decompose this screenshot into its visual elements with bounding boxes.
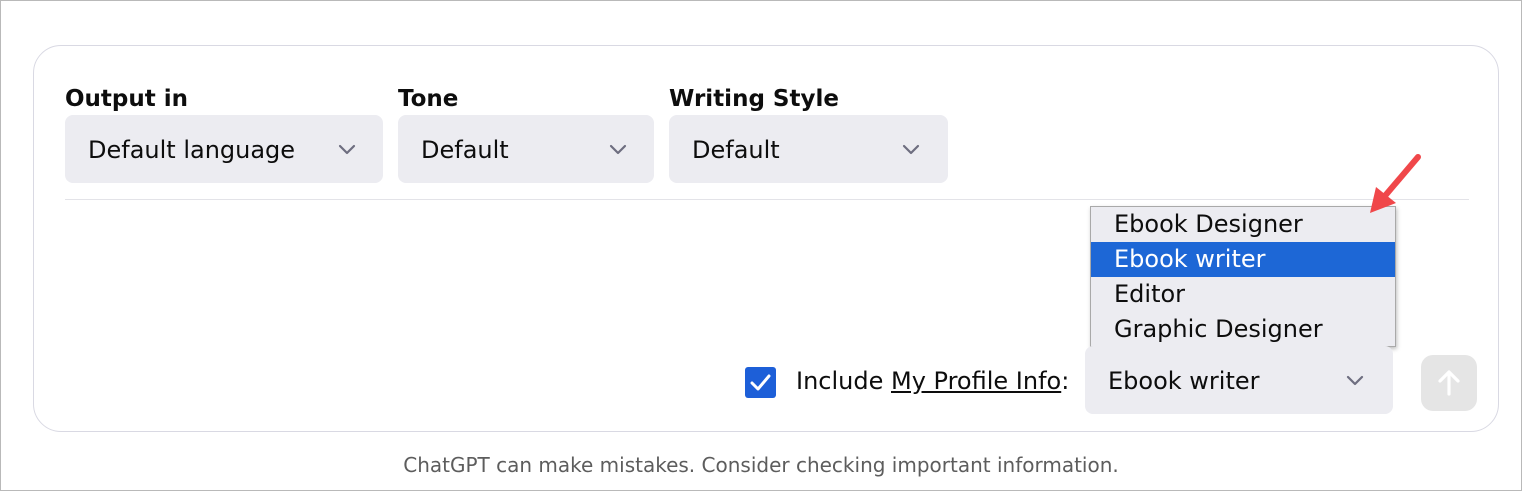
dropdown-option-editor[interactable]: Editor <box>1091 277 1395 312</box>
my-profile-info-link[interactable]: My Profile Info <box>891 367 1061 395</box>
profile-role-select[interactable]: Ebook writer <box>1085 346 1393 414</box>
arrow-up-icon <box>1438 370 1460 396</box>
send-button[interactable] <box>1421 355 1477 411</box>
profile-dropdown-list: Ebook Designer Ebook writer Editor Graph… <box>1090 206 1396 347</box>
include-profile-label: Include My Profile Info: <box>796 367 1069 395</box>
chevron-down-icon <box>338 144 356 155</box>
tone-select[interactable]: Default <box>398 115 654 183</box>
writing-style-label: Writing Style <box>669 86 839 112</box>
dropdown-option-ebook-writer[interactable]: Ebook writer <box>1091 242 1395 277</box>
chevron-down-icon <box>609 144 627 155</box>
section-divider <box>65 199 1469 200</box>
output-in-label: Output in <box>65 86 189 112</box>
profile-role-value: Ebook writer <box>1108 367 1260 395</box>
disclaimer-text: ChatGPT can make mistakes. Consider chec… <box>403 453 1119 477</box>
writing-style-value: Default <box>692 136 780 164</box>
output-language-select[interactable]: Default language <box>65 115 383 183</box>
tone-value: Default <box>421 136 509 164</box>
include-prefix-text: Include <box>796 367 891 395</box>
dropdown-option-ebook-designer[interactable]: Ebook Designer <box>1091 207 1395 242</box>
check-icon <box>750 374 771 391</box>
red-arrow-icon <box>1370 154 1421 213</box>
writing-style-select[interactable]: Default <box>669 115 948 183</box>
output-language-value: Default language <box>88 136 296 164</box>
dropdown-option-graphic-designer[interactable]: Graphic Designer <box>1091 312 1395 347</box>
include-profile-checkbox[interactable] <box>745 367 776 398</box>
tone-label: Tone <box>398 86 459 112</box>
chevron-down-icon <box>1346 375 1364 386</box>
prompt-composer: Output in Default language Tone Default … <box>33 45 1499 432</box>
chevron-down-icon <box>902 144 920 155</box>
include-suffix-text: : <box>1061 367 1070 395</box>
